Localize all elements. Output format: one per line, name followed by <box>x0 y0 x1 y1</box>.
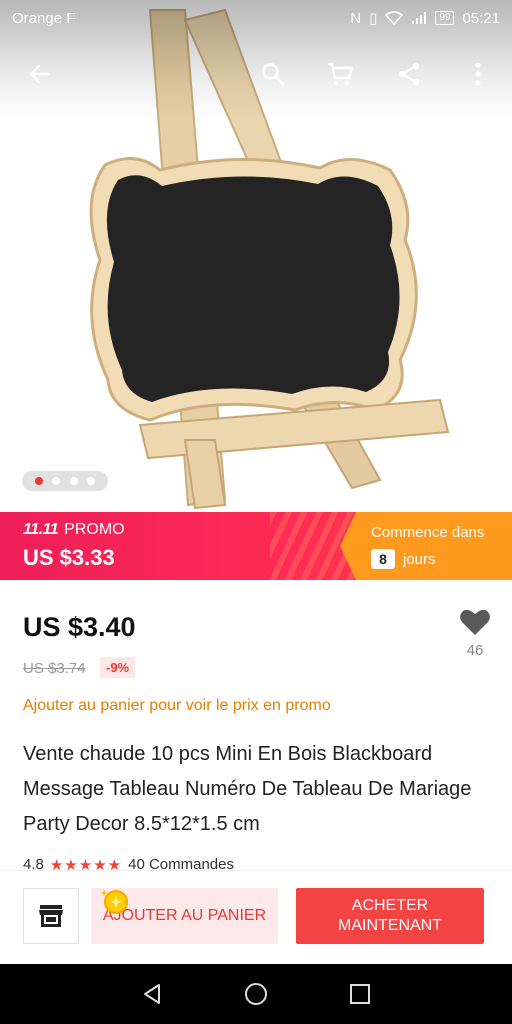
promo-label: PROMO <box>64 521 125 538</box>
promo-price: US $3.33 <box>23 545 115 570</box>
promo-countdown: 8 jours <box>371 549 436 569</box>
carousel-dot-active[interactable] <box>34 477 43 485</box>
carousel-indicator[interactable] <box>22 471 108 491</box>
promo-event: 11.11 <box>23 521 59 538</box>
store-button[interactable] <box>23 888 79 944</box>
battery-icon: 99 <box>435 11 455 25</box>
heart-icon <box>460 609 490 635</box>
buy-now-label-1: ACHETER <box>351 897 429 914</box>
rating-score: 4.8 <box>23 856 44 870</box>
nav-recents-button[interactable] <box>340 974 380 1014</box>
wishlist-button[interactable]: 46 <box>455 608 495 672</box>
system-nav-bar <box>0 964 512 1024</box>
share-button[interactable] <box>385 50 433 98</box>
promo-banner[interactable]: 11.11 PROMO US $3.33 Commence dans 8 jour… <box>0 512 512 580</box>
promo-starts-label: Commence dans <box>371 524 485 541</box>
rating-row[interactable]: 4.8 ★★★★★ 40 Commandes <box>23 856 234 870</box>
orders-count: 40 Commandes <box>128 856 234 870</box>
app-toolbar <box>0 50 512 98</box>
signal-icon <box>412 12 427 24</box>
promo-days-label: jours <box>403 550 436 568</box>
carousel-dot[interactable] <box>87 477 96 485</box>
original-price: US $3.74 <box>23 660 86 677</box>
carousel-dot[interactable] <box>69 477 78 485</box>
more-vert-icon <box>475 62 481 86</box>
more-button[interactable] <box>454 50 502 98</box>
promo-countdown-panel <box>340 512 512 580</box>
circle-home-icon <box>245 983 267 1005</box>
buy-now-label-2: MAINTENANT <box>338 917 442 934</box>
back-button[interactable] <box>16 50 64 98</box>
clock: 05:21 <box>462 9 500 27</box>
nav-back-button[interactable] <box>132 974 172 1014</box>
vibrate-icon: ▯ <box>369 10 378 27</box>
coin-sparkle-icon <box>101 889 128 914</box>
bottom-action-bar: AJOUTER AU PANIER ACHETER MAINTENANT <box>0 870 512 964</box>
promo-days-badge: 8 <box>371 549 395 569</box>
promo-title: 11.11 PROMO <box>23 521 125 539</box>
share-icon <box>398 62 420 86</box>
nav-home-button[interactable] <box>236 974 276 1014</box>
square-recents-icon <box>350 984 370 1004</box>
search-icon <box>262 63 285 86</box>
back-arrow-icon <box>29 64 51 84</box>
product-title: Vente chaude 10 pcs Mini En Bois Blackbo… <box>23 743 472 835</box>
carrier-name: Orange F <box>12 9 76 27</box>
cart-button[interactable] <box>316 50 364 98</box>
search-button[interactable] <box>249 50 297 98</box>
status-icons: N ▯ 99 05:21 <box>350 9 500 28</box>
cart-icon <box>328 62 354 86</box>
buy-now-button[interactable]: ACHETER MAINTENANT <box>296 888 484 944</box>
wishlist-count: 46 <box>466 642 484 659</box>
wifi-icon <box>385 11 404 25</box>
nfc-icon: N <box>350 9 362 27</box>
triangle-back-icon <box>144 984 160 1004</box>
discount-badge: -9% <box>100 657 136 678</box>
cart-promo-hint[interactable]: Ajouter au panier pour voir le prix en p… <box>23 697 331 715</box>
rating-stars: ★★★★★ <box>49 857 123 870</box>
carousel-dot[interactable] <box>52 477 61 485</box>
store-icon <box>39 905 63 927</box>
product-price: US $3.40 <box>23 612 136 642</box>
status-bar: Orange F N ▯ 99 05:21 <box>0 0 512 36</box>
